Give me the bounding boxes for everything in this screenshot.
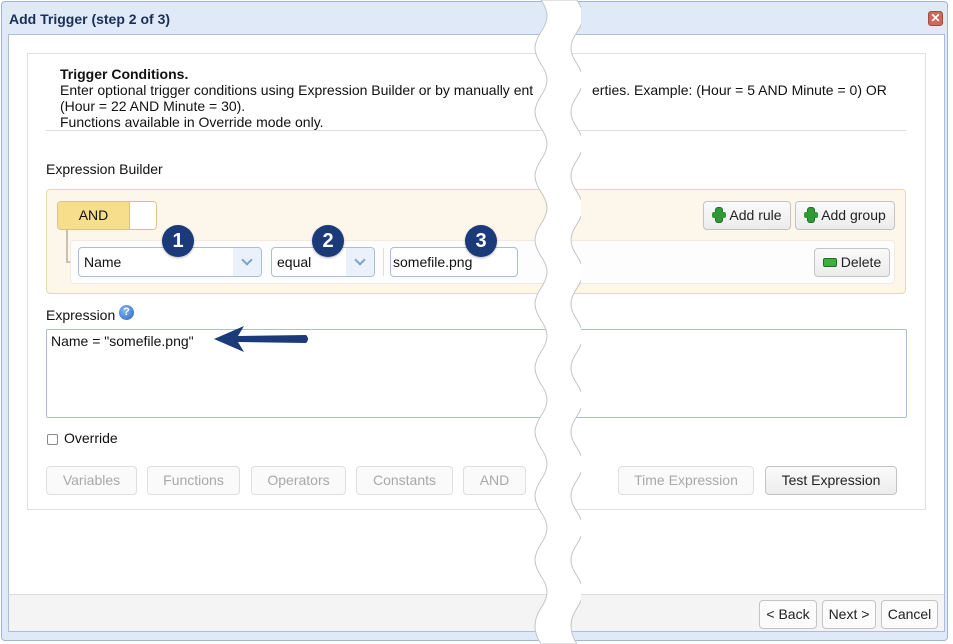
expression-builder-label: Expression Builder <box>46 161 163 177</box>
help-icon[interactable]: ? <box>119 305 134 320</box>
add-group-button[interactable]: Add group <box>795 201 895 230</box>
separator <box>383 248 384 276</box>
callout-badge-2: 2 <box>312 225 344 257</box>
chevron-down-icon[interactable] <box>233 248 261 276</box>
operators-button[interactable]: Operators <box>251 466 346 495</box>
cancel-button[interactable]: Cancel <box>881 600 938 629</box>
intro-line1: Enter optional trigger conditions using … <box>60 82 533 98</box>
intro-line1-left: Enter optional trigger conditions using … <box>60 82 534 98</box>
close-icon[interactable]: ✕ <box>928 11 943 26</box>
override-checkbox[interactable] <box>47 434 58 445</box>
plus-icon <box>804 208 819 222</box>
next-button[interactable]: Next > <box>822 600 876 629</box>
intro-line2: (Hour = 22 AND Minute = 30). <box>60 98 246 114</box>
delete-rule-button[interactable]: Delete <box>814 248 890 277</box>
expression-textarea[interactable]: Name = "somefile.png" <box>46 329 907 418</box>
dialog-titlebar[interactable]: Add Trigger (step 2 of 3) ✕ <box>2 2 947 36</box>
condition-toggle[interactable]: AND <box>57 201 157 230</box>
and-operator-button[interactable]: AND <box>463 466 526 495</box>
condition-and[interactable]: AND <box>58 202 129 229</box>
operator-select-value: equal <box>277 254 312 270</box>
value-input[interactable]: somefile.png <box>390 247 518 277</box>
add-rule-label: Add rule <box>729 207 782 223</box>
torn-edge-divider <box>534 0 581 644</box>
intro-text: Trigger Conditions. Enter optional trigg… <box>60 66 533 130</box>
arrow-annotation-icon <box>214 326 308 352</box>
callout-badge-1: 1 <box>162 225 194 257</box>
tear-shape <box>534 0 581 644</box>
delete-label: Delete <box>840 254 882 270</box>
callout-badge-3: 3 <box>465 225 497 257</box>
intro-line3: Functions available in Override mode onl… <box>60 114 324 130</box>
minus-icon <box>822 258 837 267</box>
expression-label: Expression <box>46 307 116 323</box>
override-label: Override <box>64 430 118 446</box>
variables-button[interactable]: Variables <box>46 466 137 495</box>
add-group-label: Add group <box>821 207 886 223</box>
constants-button[interactable]: Constants <box>356 466 453 495</box>
dialog-title: Add Trigger (step 2 of 3) <box>9 11 171 27</box>
intro-heading: Trigger Conditions. <box>60 66 189 82</box>
arrow-shape <box>214 326 308 352</box>
back-button[interactable]: < Back <box>759 600 817 629</box>
add-rule-button[interactable]: Add rule <box>703 201 791 230</box>
divider <box>46 130 906 131</box>
field-select-value: Name <box>84 254 122 270</box>
intro-line1-right: erties. Example: (Hour = 5 AND Minute = … <box>592 82 887 98</box>
chevron-down-icon[interactable] <box>346 248 374 276</box>
time-expression-button[interactable]: Time Expression <box>618 466 754 495</box>
condition-or[interactable] <box>129 202 156 229</box>
test-expression-button[interactable]: Test Expression <box>765 466 897 495</box>
plus-icon <box>712 208 727 222</box>
functions-button[interactable]: Functions <box>147 466 240 495</box>
